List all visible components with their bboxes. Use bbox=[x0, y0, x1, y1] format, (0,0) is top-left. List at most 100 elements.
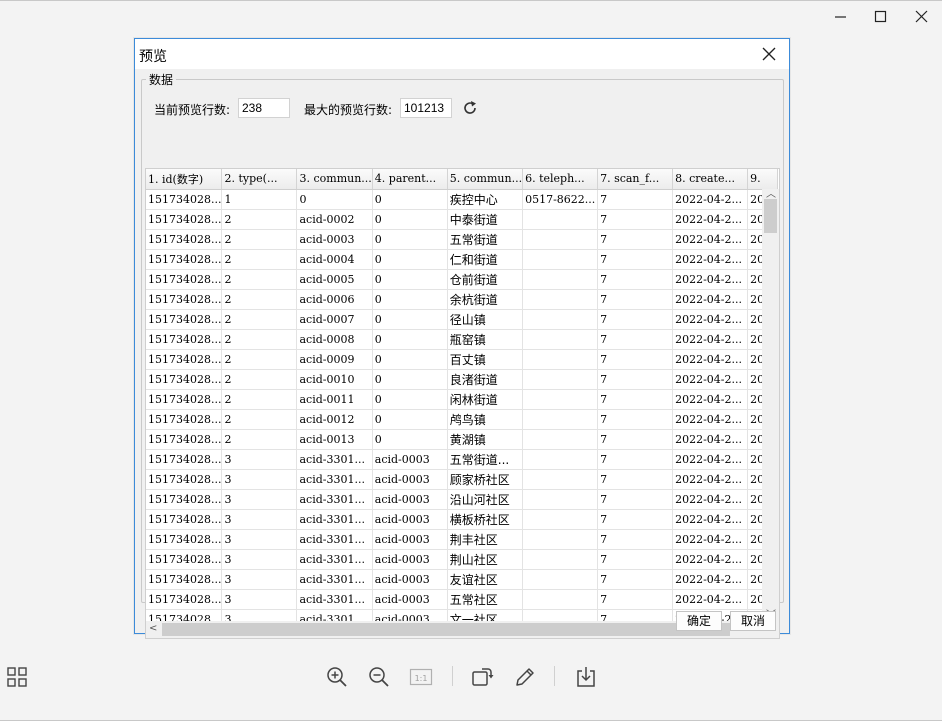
close-icon[interactable] bbox=[761, 46, 777, 62]
table-cell: 151734028... bbox=[146, 509, 223, 530]
window-maximize-button[interactable] bbox=[862, 4, 898, 28]
table-cell: acid-0003 bbox=[372, 529, 448, 550]
current-rows-label: 当前预览行数: bbox=[154, 103, 231, 117]
table-row[interactable]: 151734028... 2 acid-0003 0 五常街道 7 2022-04-2...… bbox=[146, 229, 779, 250]
table-row[interactable]: 151734028... 3 acid-3301... acid-0003 荆山社区 7 2… bbox=[146, 549, 779, 570]
table-cell: 2022-04-2... bbox=[672, 409, 749, 430]
table-cell: 2 bbox=[221, 229, 298, 250]
column-header[interactable]: 9. bbox=[747, 169, 779, 190]
column-header[interactable]: 7. scan_f... bbox=[597, 169, 674, 190]
refresh-icon[interactable] bbox=[462, 100, 478, 116]
table-cell: acid-0011 bbox=[296, 389, 373, 410]
table-cell: 2022-04-2... bbox=[672, 529, 749, 550]
save-button[interactable] bbox=[573, 664, 599, 690]
column-header[interactable]: 3. commun... bbox=[296, 169, 373, 190]
table-cell: 2022-04-2... bbox=[672, 369, 749, 390]
column-header[interactable]: 1. id(数字) bbox=[146, 169, 223, 190]
column-header[interactable]: 2. type(... bbox=[221, 169, 298, 190]
table-cell: acid-0003 bbox=[372, 569, 448, 590]
table-cell: 0 bbox=[372, 309, 448, 330]
column-header[interactable]: 8. create... bbox=[672, 169, 749, 190]
table-cell bbox=[522, 589, 599, 610]
table-cell: acid-0012 bbox=[296, 409, 373, 430]
table-cell: 沿山河社区 bbox=[447, 489, 524, 510]
column-header[interactable]: 5. commun... bbox=[447, 169, 524, 190]
table-cell: 7 bbox=[597, 209, 674, 230]
ok-button[interactable]: 确定 bbox=[676, 611, 722, 631]
table-cell: 2022-04-2... bbox=[672, 189, 749, 210]
table-cell: 五常街道... bbox=[447, 449, 524, 470]
current-rows-input[interactable]: 238 bbox=[238, 98, 290, 118]
table-cell: 0 bbox=[296, 189, 373, 210]
table-row[interactable]: 151734028... 2 acid-0007 0 径山镇 7 2022-04-2... 2… bbox=[146, 309, 779, 330]
table-row[interactable]: 151734028... 2 acid-0010 0 良渚街道 7 2022-04-2...… bbox=[146, 369, 779, 390]
table-row[interactable]: 151734028... 2 acid-0008 0 瓶窑镇 7 2022-04-2... 2… bbox=[146, 329, 779, 350]
table-row[interactable]: 151734028... 2 acid-0006 0 余杭街道 7 2022-04-2...… bbox=[146, 289, 779, 310]
rotate-button[interactable] bbox=[469, 664, 495, 690]
table-cell: 闲林街道 bbox=[447, 389, 524, 410]
zoom-out-button[interactable] bbox=[366, 664, 392, 690]
horizontal-scrollbar[interactable]: < > bbox=[146, 621, 764, 638]
table-cell: acid-0006 bbox=[296, 289, 373, 310]
toolbar-separator bbox=[554, 666, 555, 686]
table-row[interactable]: 151734028... 2 acid-0012 0 鸬鸟镇 7 2022-04-2... 2… bbox=[146, 409, 779, 430]
table-row[interactable]: 151734028... 2 acid-0011 0 闲林街道 7 2022-04-2...… bbox=[146, 389, 779, 410]
table-cell: 7 bbox=[597, 369, 674, 390]
scroll-left-arrow-icon[interactable]: < bbox=[149, 624, 157, 634]
window-close-button[interactable] bbox=[903, 4, 939, 28]
column-header[interactable]: 4. parent... bbox=[372, 169, 448, 190]
table-cell: 0 bbox=[372, 209, 448, 230]
table-cell: 7 bbox=[597, 509, 674, 530]
table-row[interactable]: 151734028... 3 acid-3301... acid-0003 横板桥社区 7… bbox=[146, 509, 779, 530]
max-rows-label: 最大的预览行数: bbox=[304, 103, 393, 117]
vertical-scrollbar[interactable]: ︿ ﹀ bbox=[762, 189, 779, 622]
zoom-in-button[interactable] bbox=[324, 664, 350, 690]
table-cell: 3 bbox=[221, 589, 298, 610]
table-cell: acid-3301... bbox=[296, 469, 373, 490]
table-cell: 7 bbox=[597, 549, 674, 570]
table-cell: 0 bbox=[372, 369, 448, 390]
horizontal-scroll-thumb[interactable] bbox=[162, 623, 730, 636]
table-row[interactable]: 151734028... 2 acid-0005 0 仓前街道 7 2022-04-2...… bbox=[146, 269, 779, 290]
table-row[interactable]: 151734028... 3 acid-3301... acid-0003 沿山河社区 7… bbox=[146, 489, 779, 510]
thumbnail-grid-button[interactable] bbox=[4, 664, 30, 690]
table-row[interactable]: 151734028... 2 acid-0002 0 中泰街道 7 2022-04-2...… bbox=[146, 209, 779, 230]
table-row[interactable]: 151734028... 3 acid-3301... acid-0003 荆丰社区 7 2… bbox=[146, 529, 779, 550]
maximize-icon bbox=[874, 10, 886, 22]
table-cell: 2 bbox=[221, 269, 298, 290]
table-cell: 151734028... bbox=[146, 229, 223, 250]
table-row[interactable]: 151734028... 2 acid-0004 0 仁和街道 7 2022-04-2...… bbox=[146, 249, 779, 270]
cancel-button[interactable]: 取消 bbox=[730, 611, 776, 631]
table-cell: 151734028... bbox=[146, 449, 223, 470]
table-cell: acid-0010 bbox=[296, 369, 373, 390]
dialog-title: 预览 bbox=[139, 49, 167, 65]
table-cell: 151734028... bbox=[146, 209, 223, 230]
table-cell: 友谊社区 bbox=[447, 569, 524, 590]
table-cell: 3 bbox=[221, 549, 298, 570]
table-row[interactable]: 151734028... 3 acid-3301... acid-0003 五常街道..… bbox=[146, 449, 779, 470]
table-cell: 7 bbox=[597, 529, 674, 550]
table-cell bbox=[522, 569, 599, 590]
table-row[interactable]: 151734028... 2 acid-0013 0 黄湖镇 7 2022-04-2... 2… bbox=[146, 429, 779, 450]
column-header[interactable]: 6. teleph... bbox=[522, 169, 599, 190]
table-row[interactable]: 151734028... 3 acid-3301... acid-0003 五常社区 7 2… bbox=[146, 589, 779, 610]
table-cell: 良渚街道 bbox=[447, 369, 524, 390]
max-rows-input[interactable]: 101213 bbox=[400, 98, 452, 118]
table-cell: 3 bbox=[221, 529, 298, 550]
table-cell: 2022-04-2... bbox=[672, 429, 749, 450]
table-cell bbox=[522, 429, 599, 450]
table-cell: 151734028... bbox=[146, 569, 223, 590]
table-row[interactable]: 151734028... 2 acid-0009 0 百丈镇 7 2022-04-2... 2… bbox=[146, 349, 779, 370]
window-minimize-button[interactable] bbox=[822, 4, 858, 28]
table-cell bbox=[522, 509, 599, 530]
table-cell: 151734028... bbox=[146, 389, 223, 410]
edit-button[interactable] bbox=[512, 664, 538, 690]
table-row[interactable]: 151734028... 3 acid-3301... acid-0003 友谊社区 7 2… bbox=[146, 569, 779, 590]
actual-size-icon: 1:1 bbox=[409, 668, 433, 686]
table-row[interactable]: 151734028... 1 0 0 疾控中心 0517-8622... 7 2022-04-… bbox=[146, 189, 779, 210]
table-row[interactable]: 151734028... 3 acid-3301... acid-0003 顾家桥社区 7… bbox=[146, 469, 779, 490]
table-cell: 0 bbox=[372, 429, 448, 450]
table-cell: 151734028... bbox=[146, 249, 223, 270]
vertical-scroll-thumb[interactable] bbox=[764, 199, 777, 233]
actual-size-button[interactable]: 1:1 bbox=[408, 664, 434, 690]
